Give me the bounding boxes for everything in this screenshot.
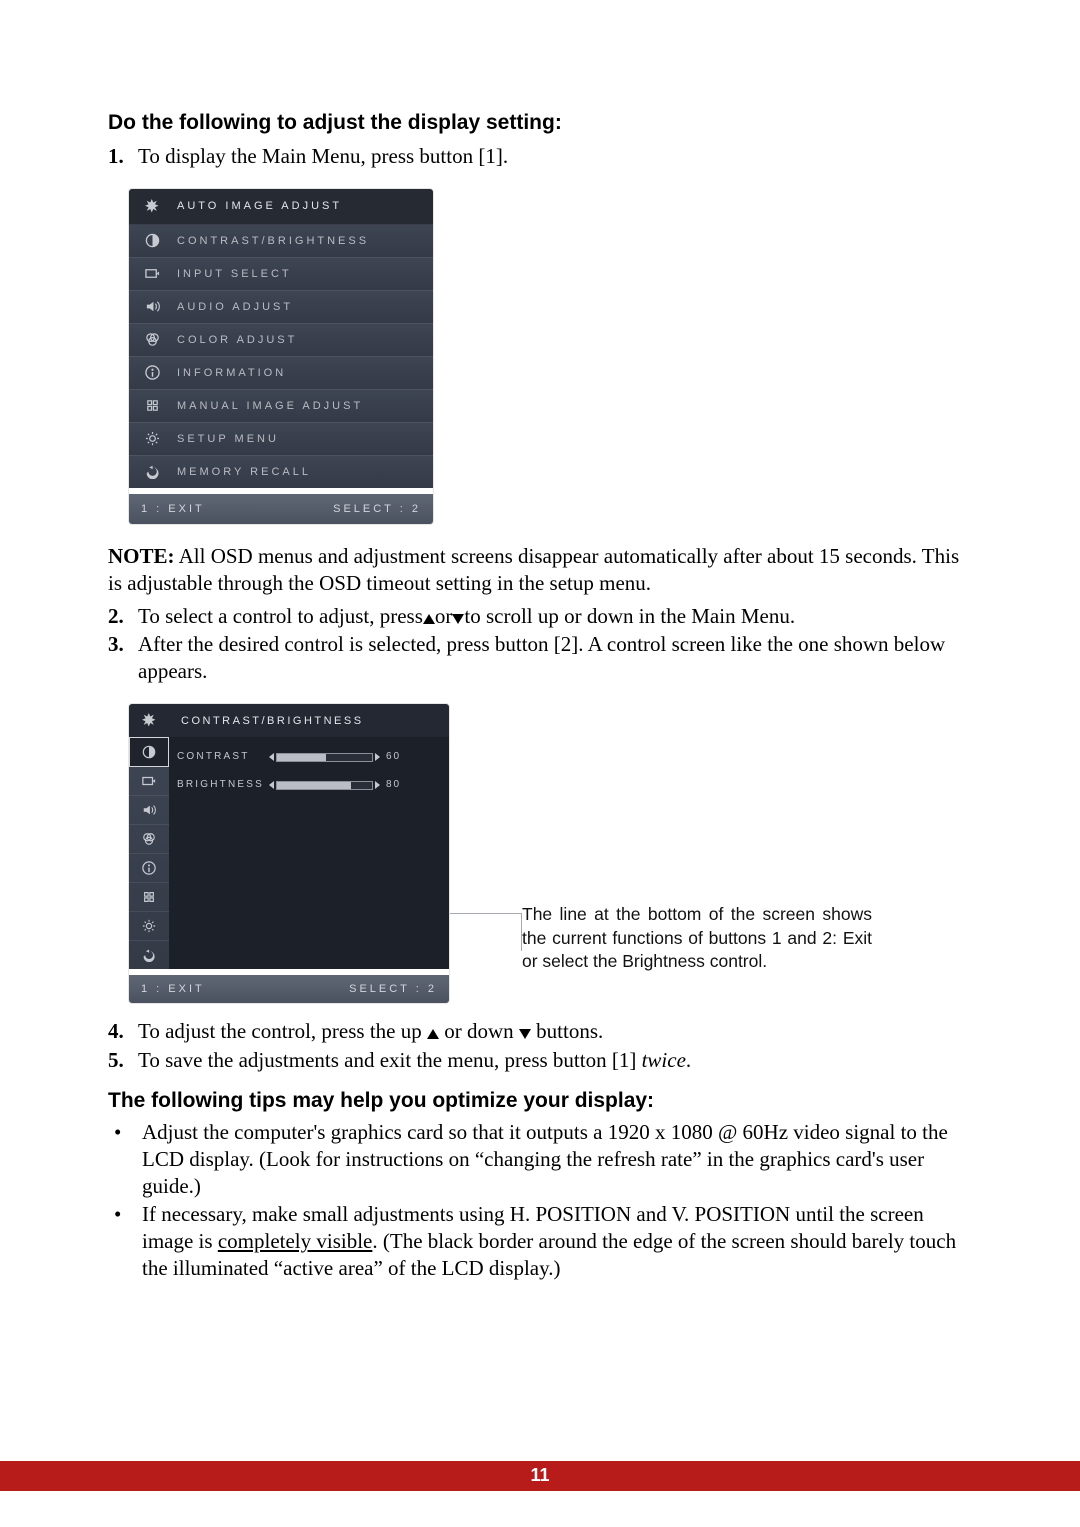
step-text: To display the Main Menu, press button [… [138, 143, 972, 170]
step-number: 5. [108, 1047, 138, 1074]
osd-footer-exit: 1 : EXIT [141, 982, 205, 996]
osd-item-label: INPUT SELECT [177, 267, 292, 281]
setup-icon [129, 912, 169, 941]
step-1: 1. To display the Main Menu, press butto… [108, 143, 972, 170]
slider-bar [276, 753, 373, 762]
step-text: To adjust the control, press the up or d… [138, 1018, 972, 1045]
tip-item: • Adjust the computer's graphics card so… [108, 1119, 972, 1200]
audio-icon [139, 291, 165, 323]
manual-adjust-icon [139, 390, 165, 422]
tip-text: If necessary, make small adjustments usi… [142, 1201, 972, 1282]
step-number: 3. [108, 631, 138, 685]
contrast-icon [139, 225, 165, 257]
note-label: NOTE: [108, 544, 175, 568]
annotation-connector [450, 703, 522, 1004]
arrow-left-icon [269, 753, 274, 761]
osd-footer-select: SELECT : 2 [349, 982, 437, 996]
auto-adjust-icon [129, 704, 169, 737]
audio-icon [129, 796, 169, 825]
color-icon [139, 324, 165, 356]
step-text: After the desired control is selected, p… [138, 631, 972, 685]
osd-item: SETUP MENU [129, 423, 433, 456]
color-icon [129, 825, 169, 854]
manual-adjust-icon [129, 883, 169, 912]
osd-item-label: AUDIO ADJUST [177, 300, 293, 314]
input-select-icon [139, 258, 165, 290]
recall-icon [129, 941, 169, 969]
slider-value: 60 [386, 751, 401, 764]
tip-item: • If necessary, make small adjustments u… [108, 1201, 972, 1282]
osd2-sidebar [129, 737, 169, 969]
note-body: All OSD menus and adjustment screens dis… [108, 544, 959, 595]
osd2-footer: 1 : EXIT SELECT : 2 [129, 975, 449, 1003]
setup-icon [139, 423, 165, 455]
osd-contrast-screen: CONTRAST/BRIGHTNESS CONTRAST [128, 703, 450, 1004]
bullet-dot: • [108, 1201, 142, 1282]
osd-main-menu: AUTO IMAGE ADJUST CONTRAST/BRIGHTNESS IN… [128, 188, 434, 525]
osd-item: AUTO IMAGE ADJUST [129, 189, 433, 225]
slider-label: CONTRAST [177, 751, 269, 764]
step-number: 1. [108, 143, 138, 170]
annotation-text: The line at the bottom of the screen sho… [522, 703, 872, 1004]
section-heading: Do the following to adjust the display s… [108, 110, 972, 137]
step-text: To save the adjustments and exit the men… [138, 1047, 972, 1074]
osd-item: AUDIO ADJUST [129, 291, 433, 324]
arrow-down-icon [519, 1029, 531, 1039]
note-paragraph: NOTE: All OSD menus and adjustment scree… [108, 543, 972, 597]
osd-item-label: MEMORY RECALL [177, 465, 311, 479]
slider-value: 80 [386, 779, 401, 792]
osd-item: INFORMATION [129, 357, 433, 390]
slider-bar [276, 781, 373, 790]
step-text: To select a control to adjust, pressorto… [138, 603, 972, 630]
osd-item-label: INFORMATION [177, 366, 286, 380]
arrow-down-icon [452, 614, 464, 624]
step-number: 2. [108, 603, 138, 630]
arrow-right-icon [375, 781, 380, 789]
arrow-left-icon [269, 781, 274, 789]
osd-item-label: AUTO IMAGE ADJUST [177, 199, 342, 213]
contrast-icon [129, 737, 169, 767]
osd-footer: 1 : EXIT SELECT : 2 [129, 494, 433, 524]
info-icon [139, 357, 165, 389]
bullet-dot: • [108, 1119, 142, 1200]
slider-label: BRIGHTNESS [177, 779, 269, 792]
auto-adjust-icon [139, 189, 165, 224]
step-number: 4. [108, 1018, 138, 1045]
osd-item: INPUT SELECT [129, 258, 433, 291]
osd-item: COLOR ADJUST [129, 324, 433, 357]
step-5: 5. To save the adjustments and exit the … [108, 1047, 972, 1074]
step-2: 2. To select a control to adjust, presso… [108, 603, 972, 630]
arrow-up-icon [427, 1029, 439, 1039]
info-icon [129, 854, 169, 883]
page-footer: 11 [0, 1461, 1080, 1491]
step-3: 3. After the desired control is selected… [108, 631, 972, 685]
arrow-up-icon [423, 614, 435, 624]
brightness-slider-row: BRIGHTNESS 80 [177, 771, 441, 799]
osd2-title: CONTRAST/BRIGHTNESS [181, 714, 364, 728]
input-select-icon [129, 767, 169, 796]
arrow-right-icon [375, 753, 380, 761]
osd-item-label: SETUP MENU [177, 432, 279, 446]
recall-icon [139, 456, 165, 488]
osd-item-label: MANUAL IMAGE ADJUST [177, 399, 363, 413]
osd-footer-select: SELECT : 2 [333, 502, 421, 516]
osd-item-label: COLOR ADJUST [177, 333, 297, 347]
step-4: 4. To adjust the control, press the up o… [108, 1018, 972, 1045]
tip-text: Adjust the computer's graphics card so t… [142, 1119, 972, 1200]
contrast-slider-row: CONTRAST 60 [177, 743, 441, 771]
osd-item-label: CONTRAST/BRIGHTNESS [177, 234, 369, 248]
osd-item: CONTRAST/BRIGHTNESS [129, 225, 433, 258]
page-number: 11 [530, 1464, 549, 1487]
osd-item: MEMORY RECALL [129, 456, 433, 488]
tips-heading: The following tips may help you optimize… [108, 1088, 972, 1115]
osd-footer-exit: 1 : EXIT [141, 502, 205, 516]
osd-item: MANUAL IMAGE ADJUST [129, 390, 433, 423]
